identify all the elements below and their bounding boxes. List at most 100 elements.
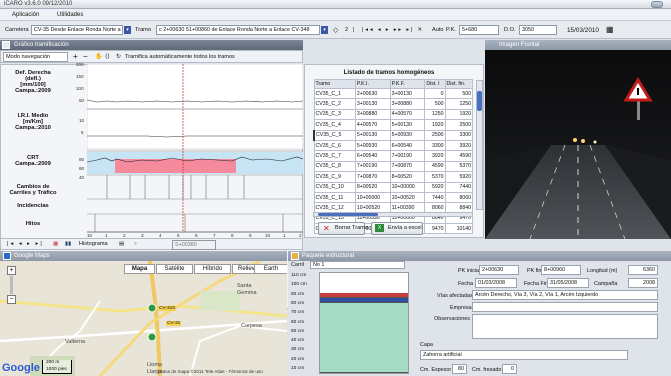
table-row[interactable]: CV35_C_9 7+00870 8+00520 5370 5920 bbox=[313, 171, 474, 183]
map-view[interactable]: + − Mapa Satélite Híbrido Relieve Earth … bbox=[0, 261, 287, 376]
carril-label: Carril bbox=[291, 262, 304, 268]
zoom-slider[interactable] bbox=[10, 276, 13, 294]
table-row[interactable]: CV35_C_3 3+00880 4+00570 1250 1920 bbox=[313, 108, 474, 121]
table-row[interactable]: CV35_C_10 8+00520 10+00000 5920 7440 bbox=[313, 181, 474, 193]
row-label-hitos: Hitos bbox=[25, 221, 41, 227]
road-shield: CV-310 bbox=[158, 306, 176, 311]
map-scale: 200 m 1000 pies bbox=[42, 360, 72, 374]
fecha-fin-field[interactable]: 31/05/2008 bbox=[547, 278, 589, 288]
print-icon[interactable]: ▤ bbox=[119, 241, 124, 247]
table-cell: 5920 bbox=[424, 181, 446, 193]
pk-final-field[interactable]: 8+00960 bbox=[541, 265, 581, 275]
fresado-field[interactable]: 0 bbox=[502, 364, 517, 374]
calendar-icon[interactable]: ▦ bbox=[606, 25, 614, 34]
table-row[interactable]: CV35_C_4 4+00570 5+00130 1920 2500 bbox=[313, 119, 474, 131]
table-row[interactable]: CV35_C_7 6+00540 7+00190 3920 4590 bbox=[313, 150, 474, 162]
zoom-in-icon[interactable]: + bbox=[73, 52, 78, 61]
chevron-down-icon[interactable]: ▾ bbox=[124, 26, 131, 34]
scrollbar-thumb[interactable] bbox=[318, 213, 378, 216]
longitud-field[interactable]: 6360 bbox=[628, 265, 658, 275]
column-header[interactable]: Dist. fin. bbox=[444, 79, 474, 89]
depth-tick: 70 cm bbox=[291, 310, 305, 316]
table-row[interactable]: CV35_C_5 5+00130 5+00930 2500 3300 bbox=[312, 129, 474, 141]
navigation-mode-select[interactable]: Modo navegación bbox=[3, 52, 68, 62]
table-row[interactable]: CV35_C_11 10+00000 10+00520 7440 8060 bbox=[313, 191, 474, 204]
map-tab-hibrido[interactable]: Híbrido bbox=[194, 264, 231, 274]
table-cell: 7440 bbox=[444, 181, 474, 193]
refresh-icon[interactable]: ↻ bbox=[116, 53, 121, 60]
carril-select[interactable]: No 1 bbox=[310, 261, 405, 269]
app-title: iCARO v3.6.0 09/12/2010 bbox=[4, 1, 73, 7]
espesor-field[interactable]: 80 bbox=[452, 364, 467, 374]
longitud-label: Longitud (m) bbox=[587, 268, 618, 274]
table-cell: 3300 bbox=[424, 139, 446, 152]
column-header[interactable]: P.K.I. bbox=[354, 79, 391, 89]
fecha-inicio-field[interactable]: 01/03/2008 bbox=[475, 278, 517, 288]
h-scrollbar[interactable] bbox=[313, 212, 473, 217]
table-scrollbar[interactable] bbox=[476, 80, 483, 210]
tick-label: 100 bbox=[76, 86, 84, 91]
pk-up-down-icon[interactable]: | bbox=[353, 27, 356, 33]
histogram-button[interactable]: Histograma bbox=[79, 241, 108, 247]
chevron-down-icon[interactable]: ▾ bbox=[321, 26, 328, 34]
graph-icon[interactable]: ▦ bbox=[53, 241, 58, 247]
table-cell: 1920 bbox=[444, 108, 474, 121]
column-header[interactable]: P.K.F. bbox=[389, 79, 426, 89]
pan-icon[interactable]: ✋ bbox=[95, 53, 102, 60]
zoom-in-icon[interactable]: + bbox=[7, 266, 16, 275]
depth-tick: 30 cm bbox=[291, 347, 305, 353]
map-tab-satelite[interactable]: Satélite bbox=[156, 264, 193, 274]
map-tab-mapa[interactable]: Mapa bbox=[124, 264, 155, 274]
column-header[interactable]: Dist. I bbox=[424, 79, 446, 89]
fit-icon[interactable]: ⟨⟩ bbox=[105, 53, 110, 60]
table-row[interactable]: CV35_C_2 3+00130 3+00880 500 1250 bbox=[313, 98, 474, 110]
zoom-out-icon[interactable]: − bbox=[83, 52, 88, 61]
menu-utilidades[interactable]: Utilidades bbox=[57, 12, 83, 18]
navigation-icon[interactable]: |◂ ◂ ▸ ▸| bbox=[7, 241, 44, 247]
table-cell: 4+00570 bbox=[354, 119, 391, 131]
table-cell: 5+00930 bbox=[354, 139, 391, 152]
vias-field[interactable]: Arcén Derecho, Vía 3, Vía 2, Vía 1, Arcé… bbox=[472, 290, 658, 300]
map-tab-earth[interactable]: Earth bbox=[254, 264, 287, 274]
playback-controls-icon[interactable]: |◂◂ ◂ ▸ ▸▸ ▸| ✕ bbox=[362, 27, 424, 33]
auto-tramify-link[interactable]: Tramifica automáticamente todos los tram… bbox=[125, 54, 235, 60]
capa-field[interactable]: Zahorra artificial bbox=[420, 350, 628, 360]
pk-inicial-label: PK inicial bbox=[458, 268, 481, 274]
column-header[interactable]: Tramo bbox=[313, 79, 356, 89]
delete-icon: ✕ bbox=[323, 224, 330, 233]
map-place-label: Lloma bbox=[147, 362, 162, 368]
table-cell: 2+00630 bbox=[354, 87, 391, 100]
table-row[interactable]: CV35_C_1 2+00630 3+00130 0 500 bbox=[313, 87, 474, 100]
front-image-header: Imagen Frontal bbox=[485, 40, 671, 50]
table-row[interactable]: CV35_C_8 7+00190 7+00870 4590 5370 bbox=[313, 160, 474, 173]
search-icon[interactable]: ⌕ bbox=[134, 241, 137, 248]
refresh-icon[interactable]: ◇ bbox=[333, 26, 338, 34]
pk-input[interactable]: 5+680 bbox=[459, 25, 499, 35]
do-input[interactable]: 3050 bbox=[519, 25, 557, 35]
carretera-label: Carretera bbox=[5, 27, 29, 33]
layer-zahorra[interactable] bbox=[320, 303, 408, 373]
observaciones-field[interactable] bbox=[472, 314, 658, 339]
graphic-panel-title: Gráfico tramificación bbox=[14, 42, 69, 48]
empresa-field[interactable] bbox=[472, 302, 658, 312]
table-cell: CV35_C_5 bbox=[312, 129, 356, 141]
map-zoom-control[interactable]: + − bbox=[7, 266, 16, 304]
tramo-select[interactable]: c 2+00630 51+00860 de Enlace Ronda Norte… bbox=[156, 25, 320, 35]
structure-panel-icon bbox=[291, 252, 299, 260]
campana-field[interactable]: 2008 bbox=[628, 278, 658, 288]
carretera-select[interactable]: CV-35 Desde Enlace Ronda Norte a bbox=[31, 25, 123, 35]
menu-aplicacion[interactable]: Aplicación bbox=[12, 12, 39, 18]
table-row[interactable]: CV35_C_6 5+00930 6+00540 3300 3920 bbox=[313, 139, 474, 152]
scrollbar-thumb[interactable] bbox=[477, 91, 482, 111]
table-cell: 5+00130 bbox=[354, 129, 391, 141]
table-cell: CV35_C_1 bbox=[313, 87, 356, 100]
vias-label: Vías afectadas bbox=[437, 293, 473, 299]
table-cell: 9470 bbox=[424, 223, 446, 235]
close-window-button[interactable] bbox=[651, 1, 663, 8]
histogram-icon[interactable]: ▮▮ bbox=[65, 241, 71, 247]
export-excel-button[interactable]: X Envía a excel bbox=[371, 222, 423, 235]
pk-inicial-field[interactable]: 2+00630 bbox=[479, 265, 519, 275]
table-cell: 3920 bbox=[424, 150, 446, 162]
delete-segment-button[interactable]: ✕ Borrar Tramo bbox=[318, 222, 368, 235]
zoom-out-icon[interactable]: − bbox=[7, 295, 16, 304]
